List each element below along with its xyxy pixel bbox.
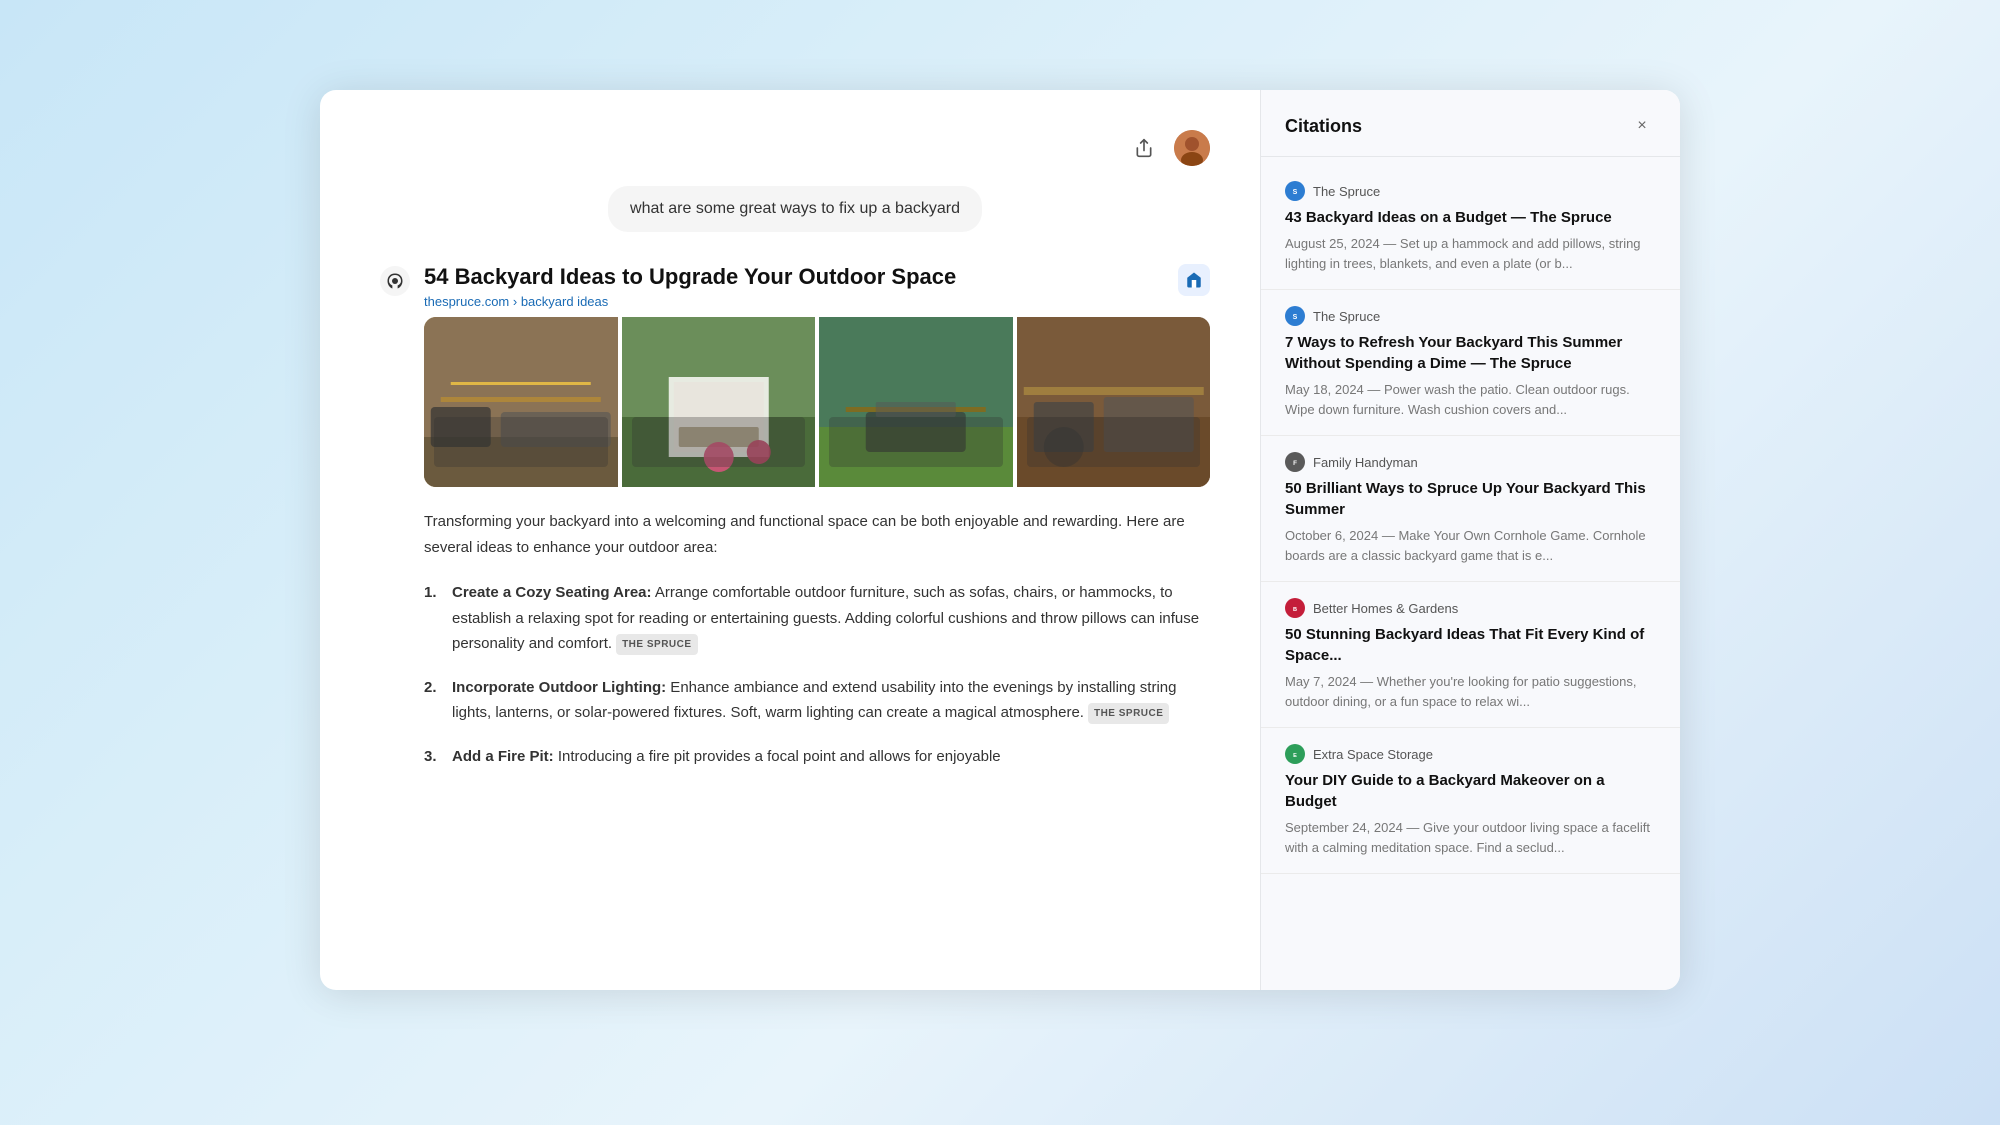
citation-source: F Family Handyman (1285, 452, 1656, 472)
source-icon: F (1285, 452, 1305, 472)
list-number: 2. (424, 675, 444, 726)
list-bold: Incorporate Outdoor Lighting: (452, 679, 666, 696)
citation-snippet: August 25, 2024 — Set up a hammock and a… (1285, 234, 1656, 273)
left-panel: what are some great ways to fix up a bac… (320, 90, 1260, 990)
backyard-image-2 (622, 317, 816, 487)
user-bubble: what are some great ways to fix up a bac… (608, 186, 982, 232)
citation-snippet: October 6, 2024 — Make Your Own Cornhole… (1285, 526, 1656, 565)
backyard-image-4 (1017, 317, 1211, 487)
citation-link: Your DIY Guide to a Backyard Makeover on… (1285, 770, 1656, 812)
source-name: The Spruce (1313, 309, 1380, 324)
citation-snippet: May 18, 2024 — Power wash the patio. Cle… (1285, 380, 1656, 419)
main-container: what are some great ways to fix up a bac… (320, 90, 1680, 990)
citation-snippet: September 24, 2024 — Give your outdoor l… (1285, 818, 1656, 857)
source-name: Better Homes & Gardens (1313, 601, 1458, 616)
list-number: 1. (424, 580, 444, 657)
citation-source: E Extra Space Storage (1285, 744, 1656, 764)
user-message-text: what are some great ways to fix up a bac… (630, 200, 960, 217)
svg-text:F: F (1293, 460, 1297, 467)
result-list: 1. Create a Cozy Seating Area: Arrange c… (424, 580, 1210, 769)
citation-tag[interactable]: THE SPRUCE (1088, 703, 1169, 724)
bookmark-button[interactable] (1178, 264, 1210, 296)
list-text: Introducing a fire pit provides a focal … (554, 748, 1001, 765)
list-content: Create a Cozy Seating Area: Arrange comf… (452, 580, 1210, 657)
citations-title: Citations (1285, 116, 1362, 137)
citation-link: 43 Backyard Ideas on a Budget — The Spru… (1285, 207, 1656, 228)
svg-text:S: S (1293, 314, 1298, 321)
image-grid (424, 317, 1210, 487)
svg-text:S: S (1293, 189, 1298, 196)
citations-list: S The Spruce 43 Backyard Ideas on a Budg… (1261, 157, 1680, 990)
top-bar (380, 130, 1210, 166)
citation-snippet: May 7, 2024 — Whether you're looking for… (1285, 672, 1656, 711)
citation-item[interactable]: E Extra Space Storage Your DIY Guide to … (1261, 728, 1680, 874)
citations-header: Citations × (1261, 90, 1680, 157)
source-name: Family Handyman (1313, 455, 1418, 470)
citation-link: 50 Brilliant Ways to Spruce Up Your Back… (1285, 478, 1656, 520)
list-content: Incorporate Outdoor Lighting: Enhance am… (452, 675, 1210, 726)
result-breadcrumb[interactable]: thespruce.com › backyard ideas (424, 294, 1164, 309)
list-item: 3. Add a Fire Pit: Introducing a fire pi… (424, 744, 1210, 770)
citation-item[interactable]: F Family Handyman 50 Brilliant Ways to S… (1261, 436, 1680, 582)
user-message-area: what are some great ways to fix up a bac… (380, 186, 1210, 232)
citation-item[interactable]: S The Spruce 7 Ways to Refresh Your Back… (1261, 290, 1680, 436)
list-item: 1. Create a Cozy Seating Area: Arrange c… (424, 580, 1210, 657)
citation-item[interactable]: B Better Homes & Gardens 50 Stunning Bac… (1261, 582, 1680, 728)
result-body-text: Transforming your backyard into a welcom… (424, 509, 1210, 560)
source-name: The Spruce (1313, 184, 1380, 199)
citation-source: B Better Homes & Gardens (1285, 598, 1656, 618)
list-number: 3. (424, 744, 444, 770)
citation-item[interactable]: S The Spruce 43 Backyard Ideas on a Budg… (1261, 165, 1680, 290)
result-title: 54 Backyard Ideas to Upgrade Your Outdoo… (424, 264, 1164, 290)
citations-panel: Citations × S The Spruce 43 Backyard Ide… (1260, 90, 1680, 990)
share-button[interactable] (1126, 130, 1162, 166)
list-bold: Create a Cozy Seating Area: (452, 584, 652, 601)
svg-text:B: B (1293, 607, 1297, 613)
result-header: 54 Backyard Ideas to Upgrade Your Outdoo… (380, 264, 1210, 309)
avatar[interactable] (1174, 130, 1210, 166)
source-icon: B (1285, 598, 1305, 618)
backyard-image-3 (819, 317, 1013, 487)
source-name: Extra Space Storage (1313, 747, 1433, 762)
citation-link: 7 Ways to Refresh Your Backyard This Sum… (1285, 332, 1656, 374)
source-icon: S (1285, 306, 1305, 326)
list-item: 2. Incorporate Outdoor Lighting: Enhance… (424, 675, 1210, 726)
citation-source: S The Spruce (1285, 181, 1656, 201)
citation-source: S The Spruce (1285, 306, 1656, 326)
backyard-image-1 (424, 317, 618, 487)
svg-text:E: E (1293, 753, 1297, 759)
source-icon: S (1285, 181, 1305, 201)
list-content: Add a Fire Pit: Introducing a fire pit p… (452, 744, 1001, 770)
list-bold: Add a Fire Pit: (452, 748, 554, 765)
chatgpt-icon (380, 266, 410, 296)
close-button[interactable]: × (1628, 112, 1656, 140)
citation-link: 50 Stunning Backyard Ideas That Fit Ever… (1285, 624, 1656, 666)
citation-tag[interactable]: THE SPRUCE (616, 634, 697, 655)
source-icon: E (1285, 744, 1305, 764)
result-title-area: 54 Backyard Ideas to Upgrade Your Outdoo… (424, 264, 1164, 309)
